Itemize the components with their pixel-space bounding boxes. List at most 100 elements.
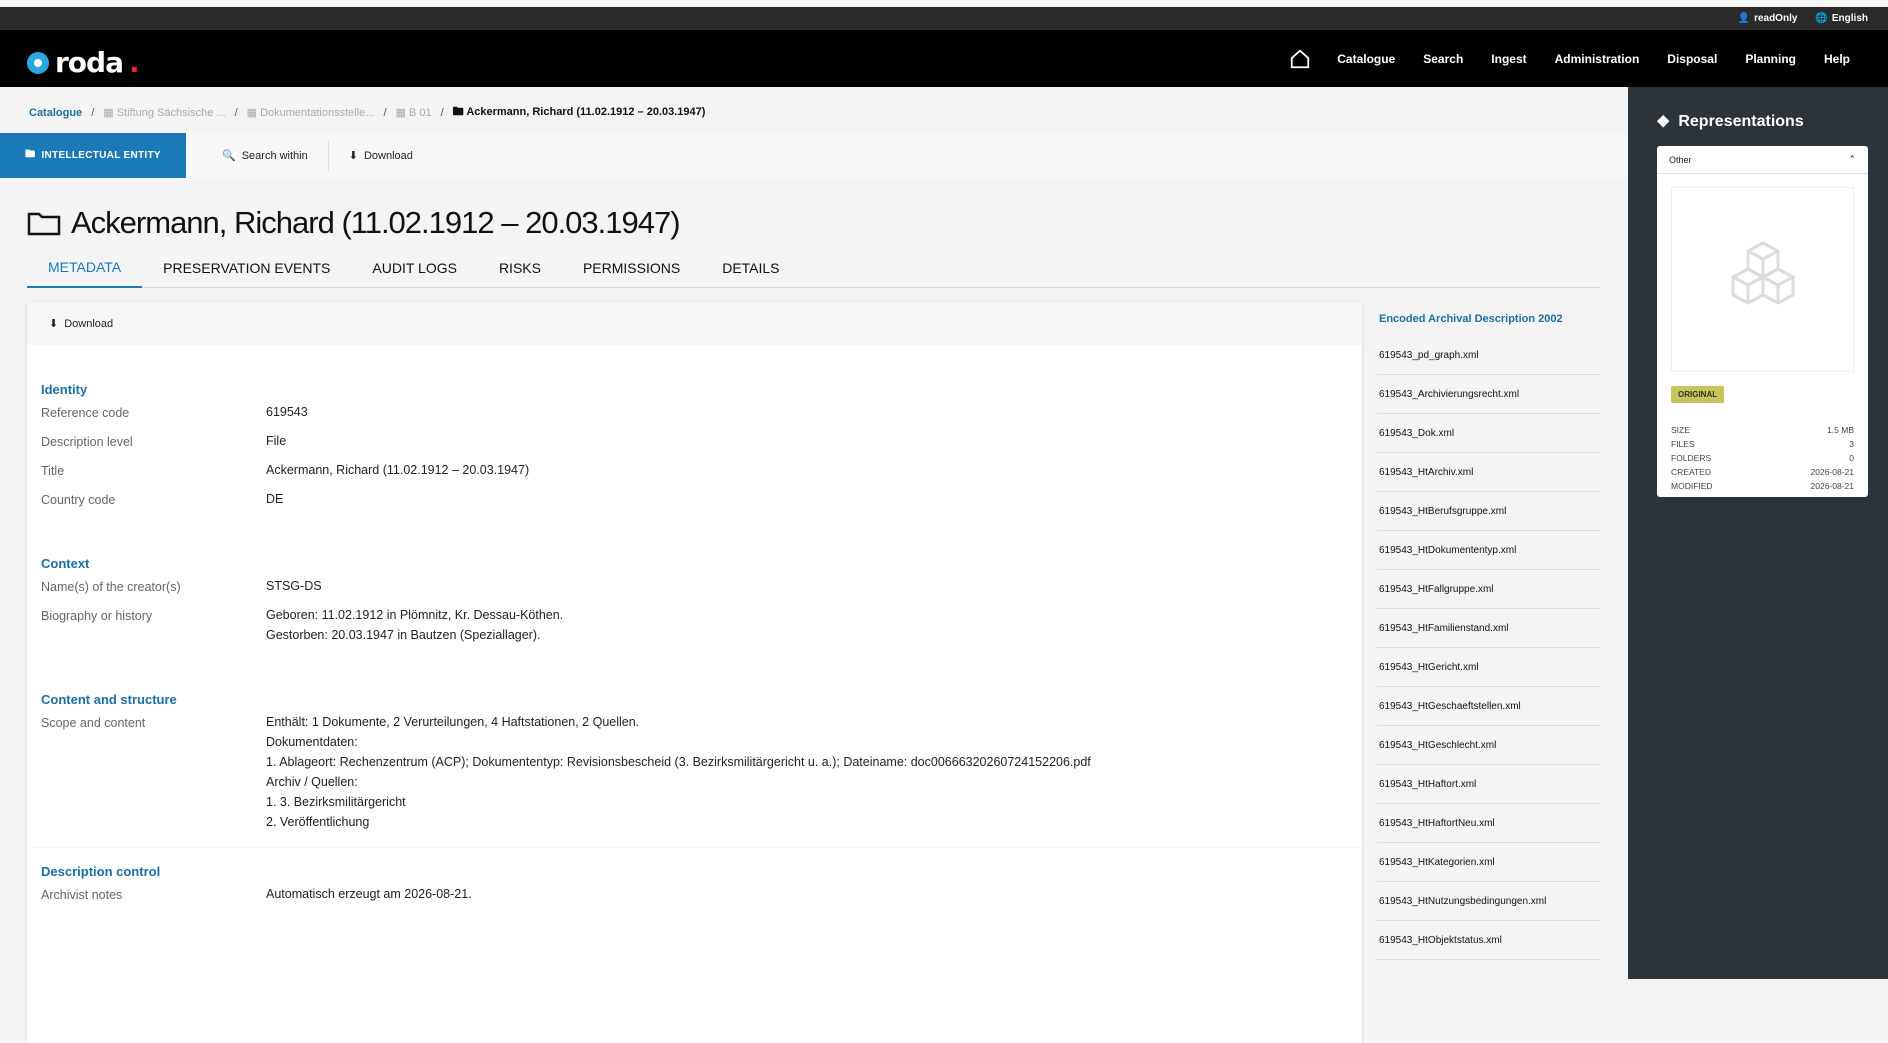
tab-metadata[interactable]: METADATA	[27, 248, 143, 288]
breadcrumb-catalogue[interactable]: Catalogue	[29, 107, 82, 119]
field-label: Archivist notes	[41, 888, 123, 902]
metadata-file-item[interactable]: 619543_HtNutzungsbedingungen.xml	[1377, 882, 1601, 921]
metadata-file-item[interactable]: 619543_HtHaftort.xml	[1377, 765, 1601, 804]
field-label: Country code	[41, 493, 116, 507]
logo-mark-icon	[27, 51, 49, 74]
metadata-file-item[interactable]: 619543_pd_graph.xml	[1377, 336, 1601, 375]
download-button[interactable]: ⬇ Download	[327, 140, 433, 171]
folder-icon: 🖿	[452, 106, 464, 118]
field-value: Dokumentdaten:	[266, 735, 358, 749]
breadcrumb-current: 🖿 Ackermann, Richard (11.02.1912 – 20.03…	[453, 103, 706, 122]
breadcrumb-label: Dokumentationsstelle...	[260, 107, 375, 119]
nav-disposal[interactable]: Disposal	[1653, 52, 1731, 66]
metadata-file-item[interactable]: 619543_HtKategorien.xml	[1377, 843, 1601, 882]
stat-row: FILES 3	[1671, 439, 1854, 449]
metadata-file-item[interactable]: 619543_Archivierungsrecht.xml	[1377, 375, 1601, 414]
breadcrumb-item-2[interactable]: ▦ Dokumentationsstelle...	[247, 106, 375, 119]
tab-permissions[interactable]: PERMISSIONS	[562, 248, 701, 288]
intellectual-entity-button[interactable]: 🖿 INTELLECTUAL ENTITY	[0, 133, 186, 178]
download-label: Download	[363, 149, 413, 162]
nav-help[interactable]: Help	[1810, 52, 1864, 66]
breadcrumb-item-3[interactable]: ▦ B 01	[396, 106, 432, 119]
cubes-icon: ❖	[1656, 114, 1671, 131]
archive-icon: ▦	[395, 107, 406, 119]
roda-logo[interactable]: roda.	[27, 46, 140, 79]
logo-text: roda	[55, 46, 124, 79]
metadata-file-item[interactable]: 619543_HtFamilienstand.xml	[1377, 609, 1601, 648]
download-icon: ⬇	[348, 150, 358, 162]
metadata-panel-continued: Description control Archivist notes Auto…	[27, 848, 1362, 1043]
field-value: Gestorben: 20.03.1947 in Bautzen (Spezia…	[266, 628, 541, 642]
section-context: Context	[41, 556, 90, 571]
stat-value: 3	[1849, 439, 1854, 449]
entity-toolbar: 🖿 INTELLECTUAL ENTITY 🔍 Search within ⬇ Dow…	[0, 133, 1628, 178]
download-icon: ⬇	[49, 318, 59, 330]
chevron-up-icon[interactable]: ⌃	[1848, 154, 1856, 165]
nav-ingest[interactable]: Ingest	[1477, 52, 1540, 66]
metadata-file-item[interactable]: 619543_HtArchiv.xml	[1377, 453, 1601, 492]
stat-label: MODIFIED	[1671, 481, 1713, 491]
metadata-file-item[interactable]: 619543_Dok.xml	[1377, 414, 1601, 453]
field-label: Biography or history	[41, 609, 153, 623]
main-content: Catalogue / ▦ Stiftung Sächsische ... / ▦ …	[0, 87, 1628, 1043]
user-icon: 👤	[1737, 13, 1751, 24]
user-menu[interactable]: 👤 readOnly	[1738, 13, 1798, 24]
entity-label: INTELLECTUAL ENTITY	[41, 150, 161, 161]
field-label: Description level	[41, 435, 133, 449]
stat-row: SIZE 1.5 MB	[1671, 425, 1854, 435]
search-within-button[interactable]: 🔍 Search within	[202, 141, 328, 171]
field-label: Scope and content	[41, 716, 146, 730]
breadcrumb-label: Ackermann, Richard (11.02.1912 – 20.03.1…	[466, 106, 706, 118]
nav-catalogue[interactable]: Catalogue	[1323, 52, 1409, 66]
representation-thumbnail	[1671, 187, 1854, 372]
field-value: DE	[266, 492, 284, 506]
field-value: 1. 3. Bezirksmilitärgericht	[266, 795, 406, 809]
representation-card[interactable]: Other ⌃ ORIGINAL SIZE 1.5 MB FILES 3 FOLDER…	[1657, 146, 1868, 497]
metadata-file-item[interactable]: 619543_HtBerufsgruppe.xml	[1377, 492, 1601, 531]
stat-label: FOLDERS	[1671, 453, 1712, 463]
language-label: English	[1831, 13, 1868, 24]
metadata-download-button[interactable]: ⬇ Download	[27, 302, 1362, 345]
metadata-file-item[interactable]: 619543_HtObjektstatus.xml	[1377, 921, 1601, 960]
field-value: Ackermann, Richard (11.02.1912 – 20.03.1…	[266, 463, 530, 477]
search-within-label: Search within	[241, 149, 308, 162]
nav-search[interactable]: Search	[1409, 52, 1477, 66]
stat-label: FILES	[1671, 439, 1695, 449]
breadcrumb: Catalogue / ▦ Stiftung Sächsische ... / ▦ …	[29, 103, 705, 122]
field-value: 2. Veröffentlichung	[266, 815, 370, 829]
metadata-file-item[interactable]: 619543_HtDokumententyp.xml	[1377, 531, 1601, 570]
language-menu[interactable]: 🌐 English	[1815, 13, 1868, 24]
folder-icon	[27, 212, 61, 236]
metadata-file-item[interactable]: 619543_HtGericht.xml	[1377, 648, 1601, 687]
ead-heading[interactable]: Encoded Archival Description 2002	[1377, 302, 1601, 336]
page-title: Ackermann, Richard (11.02.1912 – 20.03.1…	[27, 205, 681, 241]
breadcrumb-item-1[interactable]: ▦ Stiftung Sächsische ...	[103, 106, 225, 119]
tab-preservation-events[interactable]: PRESERVATION EVENTS	[142, 248, 351, 288]
field-label: Name(s) of the creator(s)	[41, 580, 181, 594]
home-icon[interactable]	[1289, 48, 1311, 70]
representations-title: Representations	[1678, 113, 1804, 130]
title-text: Ackermann, Richard (11.02.1912 – 20.03.1…	[71, 205, 681, 240]
globe-icon: 🌐	[1815, 13, 1828, 24]
section-content-structure: Content and structure	[41, 692, 177, 707]
metadata-file-item[interactable]: 619543_HtFallgruppe.xml	[1377, 570, 1601, 609]
field-value: Geboren: 11.02.1912 in Plömnitz, Kr. Des…	[266, 608, 564, 622]
nav-administration[interactable]: Administration	[1541, 52, 1654, 66]
tab-audit-logs[interactable]: AUDIT LOGS	[351, 248, 478, 288]
download-label: Download	[64, 317, 114, 330]
stat-row: FOLDERS 0	[1671, 453, 1854, 463]
field-value: 1. Ablageort: Rechenzentrum (ACP); Dokum…	[266, 755, 1091, 769]
tab-risks[interactable]: RISKS	[478, 248, 562, 288]
representation-card-header[interactable]: Other ⌃	[1657, 146, 1868, 174]
field-value: Automatisch erzeugt am 2026-08-21.	[266, 887, 472, 901]
breadcrumb-label: Stiftung Sächsische ...	[116, 107, 226, 119]
metadata-file-item[interactable]: 619543_HtGeschaeftstellen.xml	[1377, 687, 1601, 726]
nav-planning[interactable]: Planning	[1731, 52, 1810, 66]
top-utility-bar: 👤 readOnly 🌐 English	[0, 7, 1888, 30]
tab-details[interactable]: DETAILS	[701, 248, 800, 288]
metadata-file-item[interactable]: 619543_HtGeschlecht.xml	[1377, 726, 1601, 765]
folder-icon: 🖿	[25, 149, 36, 160]
field-value: Enthält: 1 Dokumente, 2 Verurteilungen, …	[266, 715, 640, 729]
section-description-control: Description control	[41, 864, 161, 879]
metadata-file-item[interactable]: 619543_HtHaftortNeu.xml	[1377, 804, 1601, 843]
